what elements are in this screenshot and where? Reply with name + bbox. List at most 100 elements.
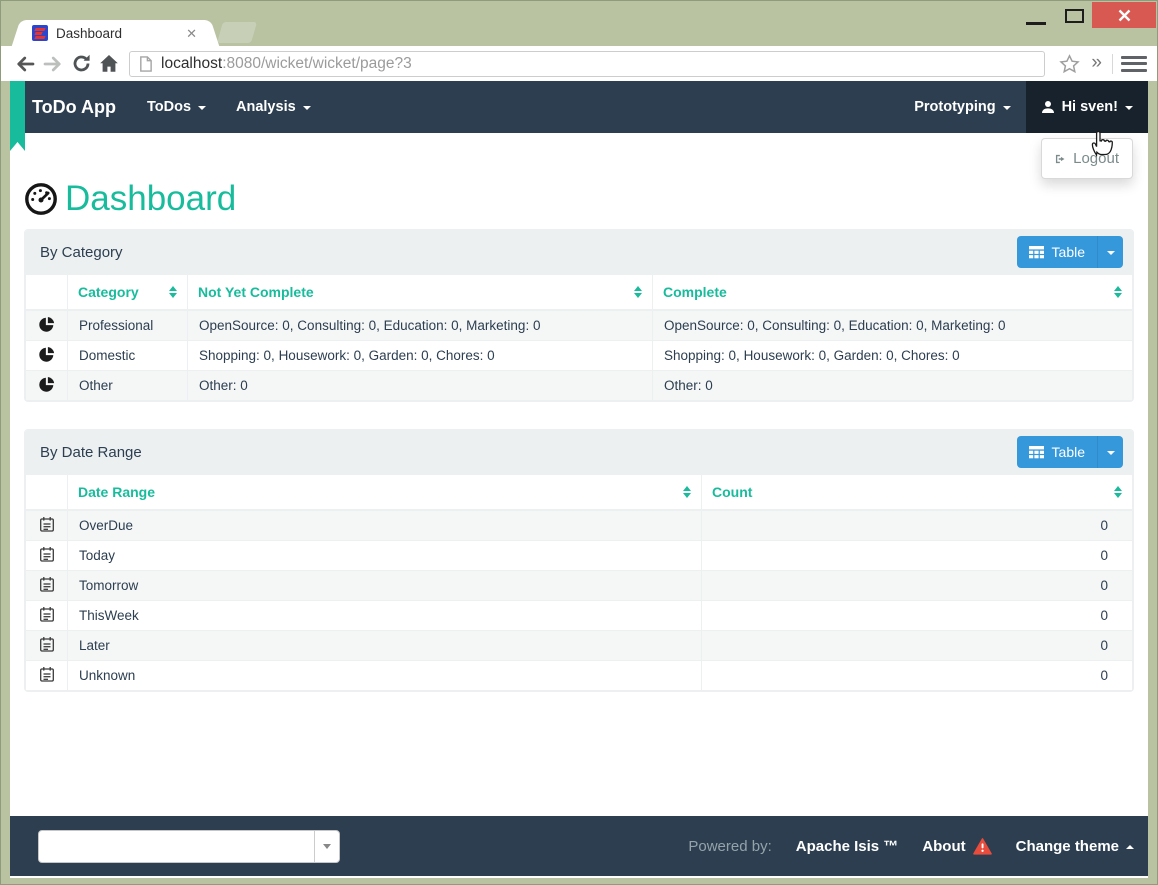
pie-chart-icon — [39, 316, 55, 332]
apache-isis-label: Apache Isis ™ — [795, 837, 899, 855]
row-icon-cell — [25, 660, 68, 691]
column-header-category[interactable]: Category — [67, 274, 188, 311]
column-header-count[interactable]: Count — [701, 474, 1133, 511]
table-row[interactable]: Unknown 0 — [25, 660, 1133, 691]
cell-count: 0 — [701, 600, 1133, 631]
app-footer: Powered by: Apache Isis ™ About Change t… — [10, 816, 1148, 876]
back-icon — [17, 56, 35, 71]
change-theme-link[interactable]: Change theme — [1016, 838, 1134, 855]
row-icon-cell — [25, 509, 68, 541]
view-dropdown-toggle[interactable] — [1097, 436, 1123, 468]
column-label: Complete — [663, 284, 727, 300]
app-navbar: ToDo App ToDos Analysis Prototyping Hi s… — [10, 81, 1148, 133]
cell-complete: Shopping: 0, Housework: 0, Garden: 0, Ch… — [652, 340, 1133, 371]
minimize-button[interactable] — [1019, 7, 1053, 27]
table-row[interactable]: OverDue 0 — [25, 509, 1133, 541]
reload-icon — [73, 54, 90, 72]
reload-button[interactable] — [67, 50, 95, 78]
user-icon — [1041, 101, 1054, 113]
chevron-down-icon — [323, 843, 331, 849]
search-input[interactable] — [39, 831, 314, 862]
browser-menu-button[interactable] — [1121, 53, 1147, 75]
cell-category: Other — [67, 370, 188, 401]
table-view-label: Table — [1051, 244, 1085, 260]
chevron-down-icon — [1106, 451, 1115, 455]
tab-title: Dashboard — [56, 25, 123, 41]
icon-column-header — [25, 274, 68, 311]
logout-menu-item[interactable]: Logout — [1042, 146, 1132, 171]
url-bar[interactable]: localhost:8080/wicket/wicket/page?3 — [129, 50, 1046, 77]
column-header-not-yet-complete[interactable]: Not Yet Complete — [187, 274, 653, 311]
maximize-button[interactable] — [1057, 7, 1091, 27]
browser-tab[interactable]: Dashboard ✕ — [23, 20, 208, 46]
close-icon — [1118, 9, 1130, 21]
calendar-icon — [39, 606, 54, 622]
page-title: Dashboard — [24, 179, 1134, 219]
cell-date-range: Tomorrow — [67, 570, 702, 601]
table-row[interactable]: Professional OpenSource: 0, Consulting: … — [25, 309, 1133, 341]
cell-count: 0 — [701, 540, 1133, 571]
panel-by-date-range: By Date Range Table Date Range Count Ove… — [24, 429, 1134, 692]
menu-prototyping[interactable]: Prototyping — [899, 81, 1025, 133]
cell-complete: Other: 0 — [652, 370, 1133, 401]
panel-by-category-heading: By Category Table — [25, 230, 1133, 274]
pie-chart-icon — [39, 376, 55, 392]
cell-category: Professional — [67, 309, 188, 341]
sort-icon — [683, 486, 691, 498]
combobox-dropdown-toggle[interactable] — [314, 830, 339, 862]
browser-window: Dashboard ✕ localhost:8080/wicket/wicket… — [0, 0, 1158, 885]
browser-toolbar: localhost:8080/wicket/wicket/page?3 » — [1, 46, 1157, 81]
cell-count: 0 — [701, 630, 1133, 661]
menu-todos-label: ToDos — [146, 99, 192, 115]
calendar-icon — [39, 516, 54, 532]
url-host: localhost — [161, 54, 223, 72]
tab-close-icon[interactable]: ✕ — [184, 25, 199, 42]
cell-complete: OpenSource: 0, Consulting: 0, Education:… — [652, 309, 1133, 341]
titlebar: Dashboard ✕ — [1, 1, 1157, 46]
overflow-chevrons-button[interactable]: » — [1091, 52, 1102, 74]
table-view-button[interactable]: Table — [1016, 436, 1097, 468]
cell-not-yet-complete: Shopping: 0, Housework: 0, Garden: 0, Ch… — [187, 340, 653, 371]
pie-chart-icon — [39, 346, 55, 362]
forward-button[interactable] — [39, 50, 67, 78]
calendar-icon — [39, 576, 54, 592]
prototype-ribbon — [10, 81, 25, 151]
table-row[interactable]: Later 0 — [25, 630, 1133, 661]
app-brand[interactable]: ToDo App — [10, 81, 132, 133]
table-view-button[interactable]: Table — [1016, 236, 1097, 268]
menu-todos[interactable]: ToDos — [132, 81, 221, 133]
bookmark-star-button[interactable] — [1055, 50, 1083, 78]
table-icon — [1028, 445, 1044, 458]
search-combobox[interactable] — [38, 829, 340, 863]
table-row[interactable]: Domestic Shopping: 0, Housework: 0, Gard… — [25, 340, 1133, 371]
cell-date-range: ThisWeek — [67, 600, 702, 631]
sort-icon — [1114, 286, 1122, 298]
cell-count: 0 — [701, 509, 1133, 541]
user-menu[interactable]: Hi sven! — [1025, 81, 1148, 133]
table-row[interactable]: Today 0 — [25, 540, 1133, 571]
row-icon-cell — [25, 600, 68, 631]
column-header-date-range[interactable]: Date Range — [67, 474, 702, 511]
apache-isis-link[interactable]: Apache Isis ™ — [796, 838, 899, 855]
cell-date-range: Later — [67, 630, 702, 661]
close-button[interactable] — [1092, 2, 1156, 28]
back-button[interactable] — [11, 50, 39, 78]
table-row[interactable]: Other Other: 0 Other: 0 — [25, 370, 1133, 401]
cell-not-yet-complete: OpenSource: 0, Consulting: 0, Education:… — [187, 309, 653, 341]
menu-analysis[interactable]: Analysis — [221, 81, 326, 133]
column-header-complete[interactable]: Complete — [652, 274, 1133, 311]
home-icon — [100, 55, 118, 72]
chevron-up-icon — [1126, 845, 1134, 849]
cell-date-range: OverDue — [67, 509, 702, 541]
table-row[interactable]: Tomorrow 0 — [25, 570, 1133, 601]
by-date-range-table: Date Range Count OverDue 0 Today 0 Tomor… — [25, 474, 1133, 691]
table-icon — [1028, 245, 1044, 258]
home-button[interactable] — [95, 50, 123, 78]
view-dropdown-toggle[interactable] — [1097, 236, 1123, 268]
table-row[interactable]: ThisWeek 0 — [25, 600, 1133, 631]
row-icon-cell — [25, 570, 68, 601]
new-tab-button[interactable] — [216, 22, 258, 43]
about-link[interactable]: About — [922, 838, 992, 855]
forward-icon — [43, 56, 61, 71]
cell-count: 0 — [701, 660, 1133, 691]
